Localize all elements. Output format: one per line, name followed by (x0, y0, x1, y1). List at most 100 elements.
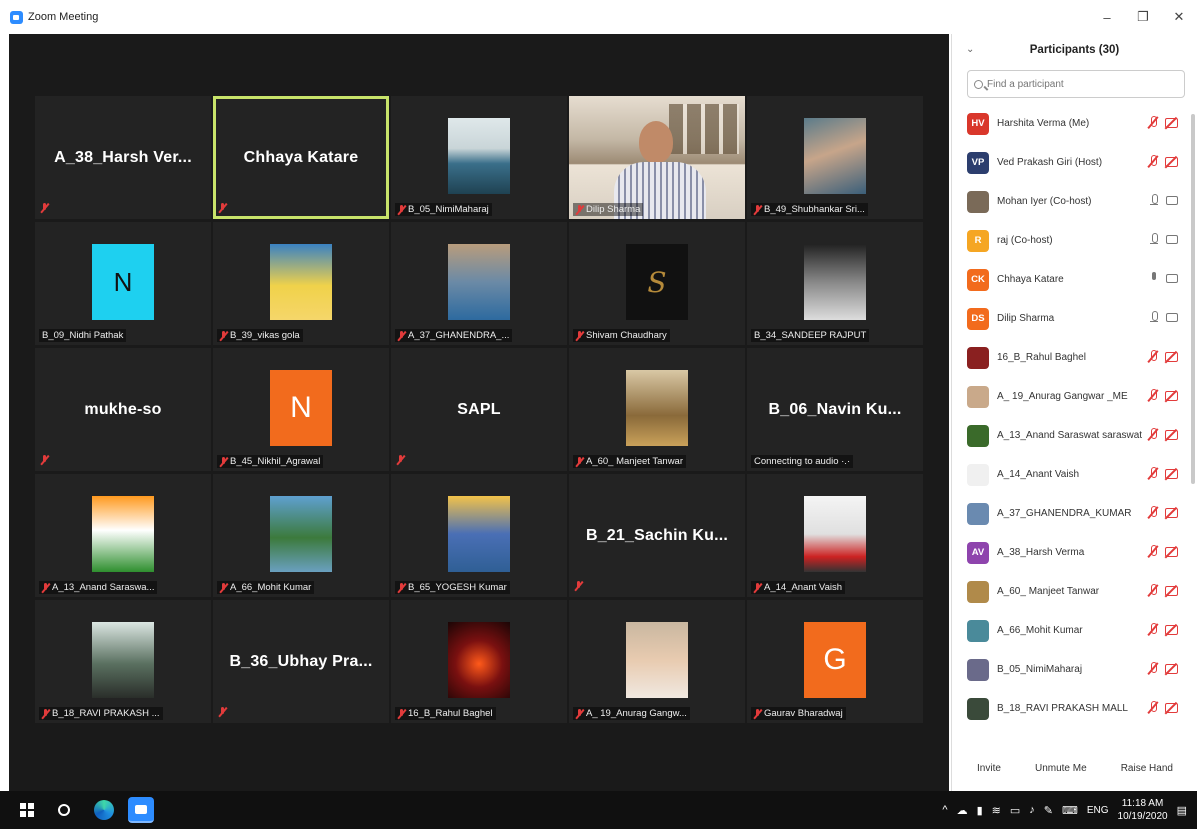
pen-icon[interactable]: ✎ (1044, 804, 1053, 817)
video-tile[interactable]: N B_45_Nikhil_Agrawal (213, 348, 389, 471)
language-indicator[interactable]: ENG (1087, 805, 1109, 816)
invite-button[interactable]: Invite (971, 759, 1007, 778)
mic-muted-icon[interactable] (1148, 701, 1157, 714)
mic-active-icon[interactable] (1149, 272, 1158, 285)
raise-hand-button[interactable]: Raise Hand (1115, 759, 1179, 778)
mic-muted-icon[interactable] (1148, 467, 1157, 480)
tile-name-label: B_45_Nikhil_Agrawal (217, 455, 324, 468)
mic-muted-icon[interactable] (1148, 155, 1157, 168)
video-off-icon (1165, 468, 1178, 479)
search-input[interactable] (987, 78, 1167, 90)
participant-row[interactable]: A_ 19_Anurag Gangwar _ME (952, 377, 1192, 416)
participant-search[interactable] (967, 70, 1185, 98)
participant-row[interactable]: A_60_ Manjeet Tanwar (952, 572, 1192, 611)
search-circle-icon[interactable] (58, 804, 70, 816)
video-tile[interactable]: A_ 19_Anurag Gangw... (569, 600, 745, 723)
participant-row[interactable]: CK Chhaya Katare (952, 260, 1192, 299)
video-tile[interactable]: A_66_Mohit Kumar (213, 474, 389, 597)
mic-tray-icon[interactable]: ▮ (977, 804, 983, 817)
participant-row[interactable]: Mohan Iyer (Co-host) (952, 182, 1192, 221)
participant-row[interactable]: 16_B_Rahul Baghel (952, 338, 1192, 377)
video-tile[interactable]: B_39_vikas gola (213, 222, 389, 345)
participant-row[interactable]: DS Dilip Sharma (952, 299, 1192, 338)
video-tile[interactable]: Dilip Sharma (569, 96, 745, 219)
participant-row[interactable]: B_18_RAVI PRAKASH MALL (952, 689, 1192, 728)
collapse-chevron-icon[interactable]: ⌄ (966, 44, 974, 55)
participant-row[interactable]: Rraj (Co-host) (952, 221, 1192, 260)
video-tile[interactable]: B_49_Shubhankar Sri... (747, 96, 923, 219)
mic-muted-icon[interactable] (1148, 584, 1157, 597)
participant-row[interactable]: A_14_Anant Vaish (952, 455, 1192, 494)
mic-muted-icon[interactable] (1148, 116, 1157, 129)
muted-mic-icon (576, 456, 583, 467)
participant-status-icons (1148, 155, 1178, 168)
gallery-view: A_38_Harsh Ver... Chhaya Katare B_05_NimiM… (9, 34, 949, 791)
video-tile[interactable]: SAPL (391, 348, 567, 471)
participant-row[interactable]: A_66_Mohit Kumar (952, 611, 1192, 650)
minimize-button[interactable]: – (1089, 0, 1125, 34)
participant-list-scrollbar[interactable] (1191, 114, 1195, 484)
video-tile[interactable]: N B_09_Nidhi Pathak (35, 222, 211, 345)
notifications-icon[interactable]: ▤ (1177, 804, 1187, 817)
participant-row[interactable]: HV Harshita Verma (Me) (952, 104, 1192, 143)
show-hidden-icons-icon[interactable]: ^ (942, 804, 947, 816)
video-tile[interactable]: B_05_NimiMaharaj (391, 96, 567, 219)
video-grid: A_38_Harsh Ver... Chhaya Katare B_05_NimiM… (35, 96, 923, 723)
mic-muted-icon[interactable] (1148, 506, 1157, 519)
video-tile[interactable]: A_37_GHANENDRA_... (391, 222, 567, 345)
edge-browser-icon[interactable] (94, 800, 114, 820)
video-tile[interactable]: G Gaurav Bharadwaj (747, 600, 923, 723)
mic-muted-icon[interactable] (1148, 623, 1157, 636)
restore-button[interactable]: ❐ (1125, 0, 1161, 34)
participants-panel: ⌄ Participants (30) HV Harshita Verma (Me… (951, 34, 1197, 791)
participant-display-name: Chhaya Katare (243, 148, 359, 166)
participant-avatar (967, 658, 989, 681)
mic-muted-icon[interactable] (1148, 545, 1157, 558)
participant-status-icons (1148, 116, 1178, 129)
video-tile[interactable]: B_34_SANDEEP RAJPUT (747, 222, 923, 345)
video-tile[interactable]: S Shivam Chaudhary (569, 222, 745, 345)
onedrive-icon[interactable]: ☁ (957, 804, 968, 817)
video-tile[interactable]: 16_B_Rahul Baghel (391, 600, 567, 723)
video-tile[interactable]: B_18_RAVI PRAKASH ... (35, 600, 211, 723)
mic-muted-icon[interactable] (1148, 350, 1157, 363)
unmute-me-button[interactable]: Unmute Me (1029, 759, 1093, 778)
mic-icon[interactable] (1149, 311, 1158, 324)
tile-name-text: Connecting to audio ·.· (754, 456, 851, 467)
video-tile[interactable]: A_60_ Manjeet Tanwar (569, 348, 745, 471)
video-tile[interactable]: B_65_YOGESH Kumar (391, 474, 567, 597)
mic-icon[interactable] (1149, 194, 1158, 207)
clock[interactable]: 11:18 AM 10/19/2020 (1118, 797, 1168, 823)
video-off-icon (1165, 156, 1178, 167)
tile-name-text: B_39_vikas gola (230, 330, 300, 341)
battery-icon[interactable]: ▭ (1010, 804, 1020, 817)
video-tile[interactable]: Chhaya Katare (213, 96, 389, 219)
mic-muted-icon[interactable] (1148, 389, 1157, 402)
volume-icon[interactable]: ♪ (1029, 804, 1035, 816)
participant-row[interactable]: A_37_GHANENDRA_KUMAR (952, 494, 1192, 533)
tile-name-label: A_37_GHANENDRA_... (395, 329, 513, 342)
video-tile[interactable]: B_36_Ubhay Pra... (213, 600, 389, 723)
video-tile[interactable]: B_06_Navin Ku... Connecting to audio ·.· (747, 348, 923, 471)
wifi-icon[interactable]: ≋ (992, 804, 1001, 817)
video-tile[interactable]: A_14_Anant Vaish (747, 474, 923, 597)
mic-muted-icon[interactable] (1148, 662, 1157, 675)
mic-icon[interactable] (1149, 233, 1158, 246)
participant-row[interactable]: B_05_NimiMaharaj (952, 650, 1192, 689)
keyboard-icon[interactable]: ⌨ (1062, 804, 1078, 817)
participant-row[interactable]: VP Ved Prakash Giri (Host) (952, 143, 1192, 182)
participant-row[interactable]: AV A_38_Harsh Verma (952, 533, 1192, 572)
start-menu-icon[interactable] (20, 803, 34, 817)
tile-name-label: Connecting to audio ·.· (751, 455, 854, 468)
participant-row[interactable]: A_13_Anand Saraswat saraswat (952, 416, 1192, 455)
close-button[interactable]: ✕ (1161, 0, 1197, 34)
video-tile[interactable]: mukhe-so (35, 348, 211, 471)
tile-name-label: A_14_Anant Vaish (751, 581, 845, 594)
tile-name-label: Gaurav Bharadwaj (751, 707, 846, 720)
video-tile[interactable]: B_21_Sachin Ku... (569, 474, 745, 597)
zoom-taskbar-icon[interactable] (128, 797, 154, 823)
mic-muted-icon[interactable] (1148, 428, 1157, 441)
tile-name-text: A_ 19_Anurag Gangw... (586, 708, 687, 719)
video-tile[interactable]: A_13_Anand Saraswa... (35, 474, 211, 597)
video-tile[interactable]: A_38_Harsh Ver... (35, 96, 211, 219)
